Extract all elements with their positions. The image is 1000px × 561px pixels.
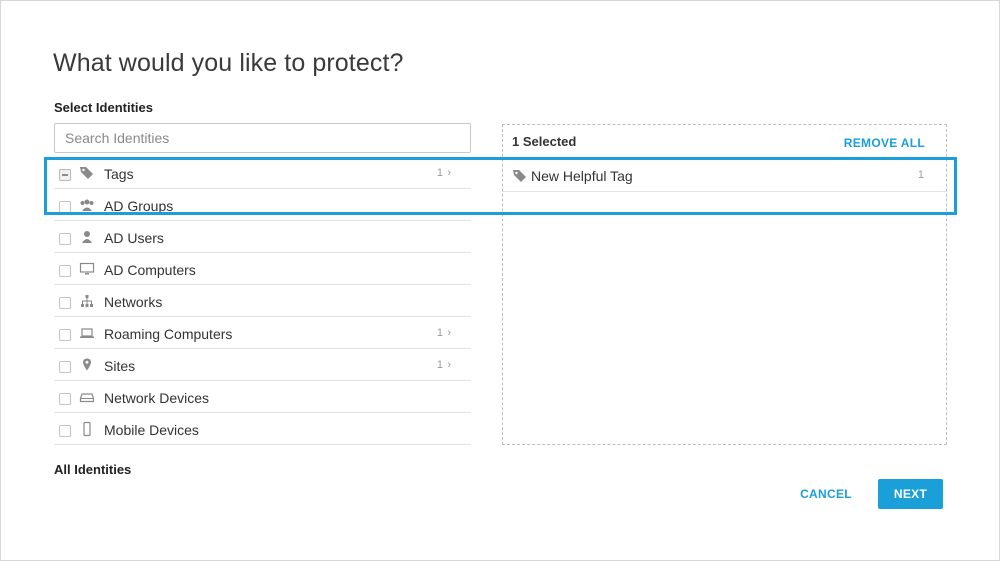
selected-count: 1 Selected (512, 134, 577, 149)
identity-list: Tags 1 › AD Groups AD Users AD Computers… (54, 157, 471, 445)
chevron-right-icon[interactable]: › (447, 167, 451, 179)
selected-item[interactable]: New Helpful Tag 1 (503, 160, 946, 192)
dialog: What would you like to protect? Select I… (0, 0, 1000, 561)
identity-count: 1 (436, 327, 443, 339)
cancel-button[interactable]: CANCEL (793, 479, 859, 509)
chevron-right-icon[interactable]: › (447, 359, 451, 371)
chevron-right-icon[interactable]: › (447, 327, 451, 339)
tag-icon (79, 165, 95, 181)
identity-label: Roaming Computers (104, 326, 233, 342)
selected-item-label: New Helpful Tag (531, 168, 633, 184)
mobile-icon (79, 421, 95, 437)
group-icon (79, 197, 95, 213)
identity-row-roaming-computers[interactable]: Roaming Computers 1 › (54, 317, 471, 349)
laptop-icon (79, 325, 95, 341)
identity-row-network-devices[interactable]: Network Devices (54, 381, 471, 413)
identity-count: 1 (436, 359, 443, 371)
identity-label: Sites (104, 358, 136, 374)
checkbox-network-devices[interactable] (59, 393, 71, 405)
identity-label: Networks (104, 294, 163, 310)
search-input[interactable] (54, 123, 471, 153)
checkbox-sites[interactable] (59, 361, 71, 373)
identity-row-sites[interactable]: Sites 1 › (54, 349, 471, 381)
checkbox-ad-computers[interactable] (59, 265, 71, 277)
checkbox-ad-users[interactable] (59, 233, 71, 245)
checkbox-ad-groups[interactable] (59, 201, 71, 213)
identity-row-tags[interactable]: Tags 1 › (54, 157, 471, 189)
all-identities-label: All Identities (54, 462, 132, 477)
identity-row-mobile-devices[interactable]: Mobile Devices (54, 413, 471, 445)
network-device-icon (79, 389, 95, 405)
checkbox-mobile-devices[interactable] (59, 425, 71, 437)
identity-label: Network Devices (104, 390, 210, 406)
identity-row-ad-users[interactable]: AD Users (54, 221, 471, 253)
identity-row-ad-computers[interactable]: AD Computers (54, 253, 471, 285)
tag-icon (512, 168, 528, 184)
dialog-title: What would you like to protect? (53, 49, 404, 77)
identity-label: Tags (104, 166, 134, 182)
identity-row-ad-groups[interactable]: AD Groups (54, 189, 471, 221)
identity-label: AD Users (104, 230, 164, 246)
identity-label: AD Groups (104, 198, 174, 214)
network-icon (79, 293, 95, 309)
checkbox-roaming-computers[interactable] (59, 329, 71, 341)
remove-all-button[interactable]: REMOVE ALL (844, 136, 925, 150)
identity-label: AD Computers (104, 262, 196, 278)
next-button[interactable]: NEXT (878, 479, 943, 509)
checkbox-networks[interactable] (59, 297, 71, 309)
checkbox-tags[interactable] (59, 169, 71, 181)
identity-row-networks[interactable]: Networks (54, 285, 471, 317)
identity-label: Mobile Devices (104, 422, 199, 438)
monitor-icon (79, 261, 95, 277)
identity-count: 1 (436, 167, 443, 179)
location-pin-icon (79, 357, 95, 373)
select-identities-label: Select Identities (54, 100, 153, 115)
selected-item-count: 1 (917, 169, 924, 181)
user-icon (79, 229, 95, 245)
